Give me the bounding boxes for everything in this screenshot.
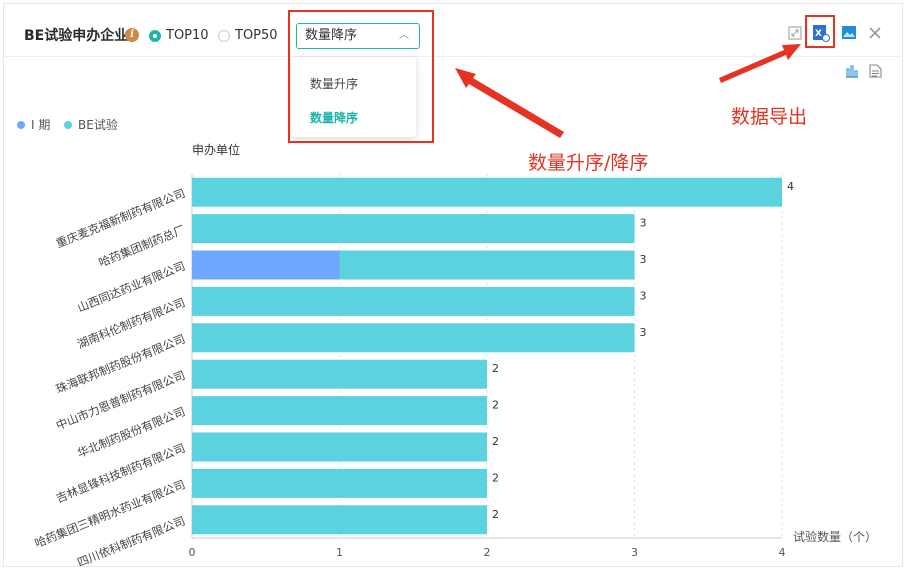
annotation-export: 数据导出 <box>731 106 808 128</box>
arrow-to-export <box>719 44 801 83</box>
annotation-arrows <box>455 44 801 138</box>
annotation-sort: 数量升序/降序 <box>528 152 649 174</box>
arrow-to-sort <box>455 68 564 138</box>
